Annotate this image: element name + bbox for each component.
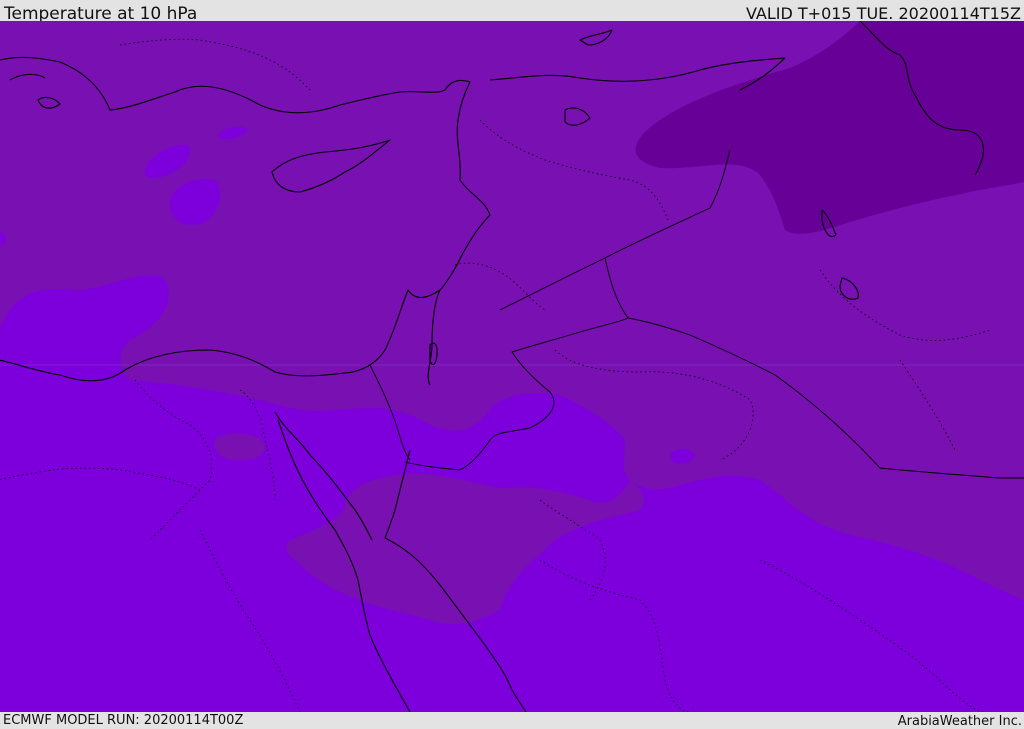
temperature-map: [0, 21, 1024, 712]
model-run-label: ECMWF MODEL RUN: 20200114T00Z: [3, 713, 244, 728]
header-bar: Temperature at 10 hPa VALID T+015 TUE. 2…: [0, 0, 1024, 24]
map-page: Temperature at 10 hPa VALID T+015 TUE. 2…: [0, 0, 1024, 729]
footer-bar: ECMWF MODEL RUN: 20200114T00Z ArabiaWeat…: [0, 712, 1024, 729]
credit-label: ArabiaWeather Inc.: [897, 714, 1022, 729]
map-canvas[interactable]: [0, 21, 1024, 712]
